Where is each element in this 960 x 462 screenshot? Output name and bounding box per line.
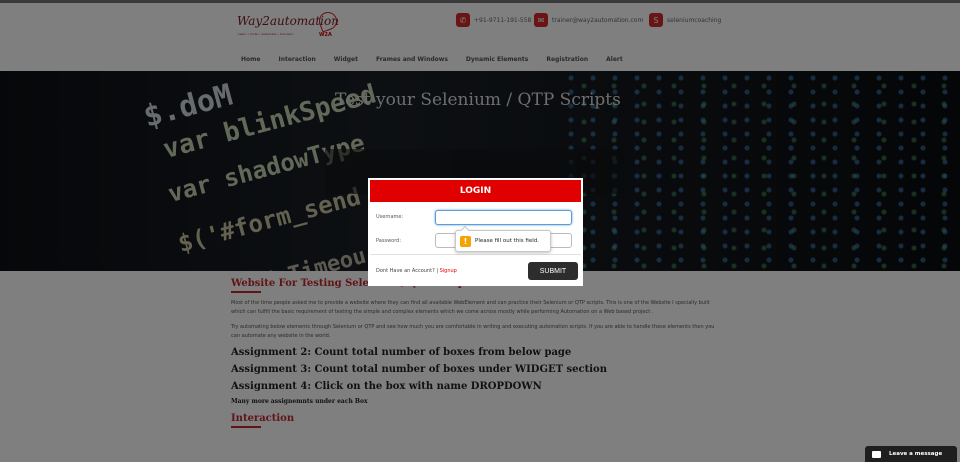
signup-link[interactable]: Signup bbox=[440, 268, 457, 274]
submit-button[interactable]: SUBMIT bbox=[528, 262, 578, 280]
modal-title: LOGIN bbox=[370, 180, 581, 202]
modal-divider bbox=[370, 254, 581, 255]
tooltip-text: Please fill out this field. bbox=[475, 238, 540, 244]
chat-widget[interactable]: Leave a message bbox=[865, 446, 957, 462]
warning-icon: ! bbox=[460, 235, 471, 247]
password-label: Password: bbox=[376, 238, 402, 244]
account-text: Dont Have an Account? | bbox=[376, 268, 439, 274]
account-prompt: Dont Have an Account? | Signup bbox=[376, 268, 457, 274]
validation-tooltip: ! Please fill out this field. bbox=[455, 225, 551, 252]
chat-label[interactable]: Leave a message bbox=[889, 451, 942, 457]
username-input[interactable] bbox=[435, 210, 572, 225]
envelope-icon bbox=[872, 450, 881, 458]
username-label: Username: bbox=[376, 214, 404, 220]
